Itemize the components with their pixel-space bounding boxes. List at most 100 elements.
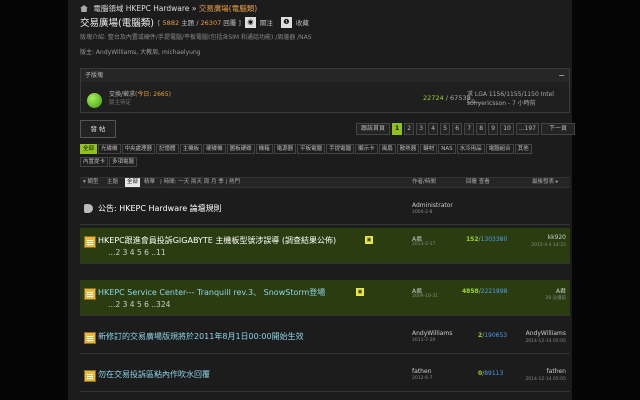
category-tab[interactable]: NAS [438,144,456,154]
pager-next[interactable]: 下一頁 [541,123,576,135]
category-tab[interactable]: 主機板 [179,144,203,154]
page-title: 交易廣場(電腦類) [80,18,154,29]
pager-page[interactable]: 10 [500,123,514,135]
thread-title[interactable]: 公告: HKEPC Hardware 論壇規則 [98,203,222,214]
thread-pages[interactable]: …2 3 4 5 6 ..11 [108,248,166,257]
new-post-button[interactable]: 發 帖 [80,120,116,138]
pager-page[interactable]: 6 [452,123,463,135]
last-poster[interactable]: fathen [547,368,566,375]
thread-author[interactable]: fathen [412,368,431,375]
last-poster[interactable]: A君 [556,286,566,295]
thread-counts: 2/190653 [478,332,508,339]
thread-title[interactable]: 勿在交易投訴區粘內作吹水回覆 [98,369,210,380]
category-tab[interactable]: 手提電腦 [326,144,355,154]
category-filter: 全部 光碟機 中央處理器 記憶體 主機板 硬碟機 圖板硬碟 機箱 電源器 平板電腦 手提電腦 顯示卡風… [80,144,552,170]
thread-icon [84,288,96,300]
pager-page[interactable]: ...197 [515,123,540,135]
thread-date: 2004-2-8 [412,210,433,215]
favorite-link[interactable]: 收藏 [296,17,309,27]
category-tab[interactable]: 其他 [514,144,532,154]
table-row: 新修訂的交易廣場版規將於2011年8月1日00:00開始生效 AndyWillia… [80,322,570,354]
pager-page[interactable]: 1 [392,123,403,135]
forum-page: 電腦領域 HKEPC Hardware » 交易廣場(電腦類) 交易廣場(電腦類… [68,0,576,400]
category-tab[interactable]: 顯示卡 [355,144,378,154]
thread-date: 2012-6-7 [412,376,433,381]
forum-header: 交易廣場(電腦類) [ 5882 主題 / 26307 回覆 ] ◉ 關注 ❶ … [80,15,309,29]
replies-column: 回覆 查看 [466,179,490,185]
follow-link[interactable]: 關注 [260,17,273,27]
pager-first[interactable]: 跟該首頁 [356,123,390,135]
breadcrumb-root[interactable]: 電腦領域 HKEPC Hardware [93,4,189,13]
thread-counts: 4858/2221898 [462,288,508,295]
forum-stats: [ 5882 主題 / 26307 回覆 ] [157,19,241,27]
category-tab[interactable]: 水冷用品 [456,144,485,154]
right-margin [572,0,640,400]
moderator-list: 版主: AndyWilliams, 大教周, michaelyung [80,49,201,56]
last-post-column[interactable]: 最後發表 ▸ [532,178,559,187]
category-tab[interactable]: 平板電腦 [297,144,326,154]
last-post-time[interactable]: 2014-12-14 05:05 [525,339,566,344]
category-tab[interactable]: 硬碟機 [203,144,226,154]
subforum-counts: 22724 / 67538 [423,94,471,102]
category-tab[interactable]: 電源器 [273,144,297,154]
category-tab[interactable]: 機箱 [255,144,273,154]
thread-date: 2013-2-17 [412,242,436,247]
category-tab[interactable]: 風扇 [378,144,396,154]
home-icon[interactable] [80,5,88,12]
last-post-time[interactable]: 2015-4-4 14:25 [531,243,566,248]
table-row: 勿在交易投訴區粘內作吹水回覆 fathen 2012-6-7 0/89113 fathe… [80,360,570,392]
thread-list-header: ▾ 類型 主題 全部 精華 | 時間: 一天 兩天 周 月 季 | 熱門 作者/… [80,177,570,188]
time-filter[interactable]: | 時間: 一天 兩天 周 月 季 | 熱門 [160,178,240,187]
type-filter[interactable]: ▾ 類型 [83,178,99,187]
thread-pages[interactable]: …2 3 4 5 6 ..324 [108,300,170,309]
attachment-icon: ▣ [365,236,373,244]
category-tab[interactable]: 記憶體 [156,144,179,154]
author-column: 作者/時間 [412,179,436,185]
subforum-header: 子版塊 [81,69,569,82]
category-tab[interactable]: 全部 [80,144,98,154]
category-tab[interactable]: 內置提卡 [80,157,109,167]
category-tab[interactable]: 散熱器 [396,144,420,154]
thread-title[interactable]: 新修訂的交易廣場版規將於2011年8月1日00:00開始生效 [98,331,304,342]
favorite-icon[interactable]: ❶ [280,16,292,28]
thread-icon [84,236,96,248]
category-tab[interactable]: 中央處理器 [121,144,156,154]
topic-label: 主題 [107,179,119,185]
table-row: HKEPC跟進會員投訴GIGABYTE 主機板型號涉誤導 (調查結果公佈) ▣ …2… [80,228,570,264]
thread-title[interactable]: HKEPC跟進會員投訴GIGABYTE 主機板型號涉誤導 (調查結果公佈) [98,235,336,246]
thread-author[interactable]: Administrator [412,202,453,209]
last-post-time[interactable]: 28 分鐘前 [545,295,566,301]
category-tab[interactable]: 多項電腦 [109,157,138,167]
table-row: HKEPC Service Center--- Tranquill rev.3、… [80,280,570,316]
thread-date: 2011-7-29 [412,338,436,343]
last-poster[interactable]: kk920 [548,234,566,241]
last-poster[interactable]: AndyWilliams [526,330,566,337]
pager-page[interactable]: 7 [464,123,475,135]
last-post-time[interactable]: 2014-12-14 05:05 [525,377,566,382]
pager-page[interactable]: 2 [404,123,415,135]
thread-author[interactable]: AndyWilliams [412,330,452,337]
breadcrumb-current[interactable]: 交易廣場(電腦類) [199,4,257,13]
breadcrumb-separator: » [191,4,197,13]
category-tab[interactable]: 圖板硬碟 [226,144,255,154]
category-tab[interactable]: 光碟機 [98,144,121,154]
post-count: 26307 [200,19,222,27]
filter-all[interactable]: 全部 [125,178,141,187]
collapse-icon[interactable]: − [558,71,565,80]
pager-page[interactable]: 8 [476,123,487,135]
pager-page[interactable]: 9 [488,123,499,135]
filter-essence[interactable]: 精華 [144,178,155,187]
thread-counts: 152/1303380 [466,236,508,243]
category-tab[interactable]: 鍵材 [420,144,438,154]
rss-icon[interactable]: ◉ [244,16,256,28]
pager-page[interactable]: 3 [416,123,427,135]
new-posts-icon [87,93,102,108]
subforum-moderator: 版主待定 [109,100,132,106]
pager-page[interactable]: 4 [428,123,439,135]
subforum-box: 子版塊 − 交換/徵求(今日: 2665) 版主待定 22724 / 67538… [80,68,570,113]
thread-title[interactable]: HKEPC Service Center--- Tranquill rev.3、… [98,287,325,298]
category-tab[interactable]: 電腦組合 [485,144,514,154]
pager-page[interactable]: 5 [440,123,451,135]
attachment-icon: ▣ [356,288,364,296]
subforum-title[interactable]: 交換/徵求(今日: 2665) [109,89,171,98]
